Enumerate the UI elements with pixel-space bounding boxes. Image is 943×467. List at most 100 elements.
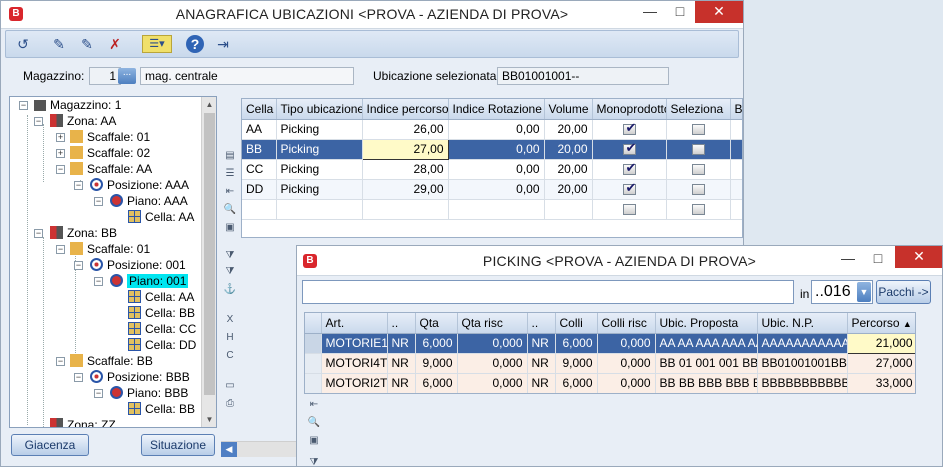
- search-input[interactable]: [302, 280, 794, 304]
- monoprodotto-checkbox[interactable]: [622, 160, 636, 176]
- cell-qta-risc[interactable]: 0,000: [457, 333, 528, 354]
- cell-um2[interactable]: NR: [527, 353, 556, 374]
- tree-node-piano-aaa[interactable]: Piano: AAA: [110, 193, 188, 209]
- cell-qta-risc[interactable]: 0,000: [457, 373, 528, 393]
- magazzino-lookup-button[interactable]: ...: [118, 68, 136, 84]
- cell-mono[interactable]: [592, 139, 667, 160]
- cell-colli-risc[interactable]: 0,000: [597, 333, 656, 354]
- close-button[interactable]: ✕: [895, 246, 942, 268]
- tree-expand-toggle[interactable]: +: [56, 133, 65, 142]
- zoom-icon[interactable]: 🔍: [223, 203, 237, 217]
- cell-mono[interactable]: [592, 119, 667, 140]
- cell-blo[interactable]: [730, 159, 742, 180]
- cell-colli[interactable]: 9,000: [555, 353, 598, 374]
- grid-icon[interactable]: ▣: [307, 434, 321, 448]
- tree-node-cella-bb[interactable]: Cella: BB: [128, 401, 195, 417]
- filter-icon[interactable]: ⧩: [223, 249, 237, 263]
- grid-horizontal-scrollbar[interactable]: ◀: [221, 441, 301, 457]
- cell-rotazione[interactable]: 0,00: [448, 119, 545, 140]
- cell-cella[interactable]: AA: [242, 119, 277, 140]
- table-row[interactable]: MOTORI4T NR 9,000 0,000 NR 9,000 0,000 B…: [305, 353, 915, 374]
- table-row[interactable]: MOTORI2T NR 6,000 0,000 NR 6,000 0,000 B…: [305, 373, 915, 393]
- cell-volume[interactable]: 20,00: [544, 119, 593, 140]
- cell-qta[interactable]: 6,000: [415, 333, 458, 354]
- cell-ubic-proposta[interactable]: BB BB BBB BBB BB: [655, 373, 758, 393]
- tree-node-magazzino[interactable]: Magazzino: 1: [34, 97, 121, 113]
- print-icon[interactable]: ⎙: [223, 397, 237, 411]
- cell-blo[interactable]: [730, 139, 742, 160]
- cell-sel[interactable]: [666, 139, 731, 160]
- tree-node-zona-bb[interactable]: Zona: BB: [50, 225, 117, 241]
- table-row-new[interactable]: [242, 199, 742, 220]
- col-header-ubic-np[interactable]: Ubic. N.P.: [757, 313, 848, 334]
- col-header-monoprodotto[interactable]: Monoprodotto: [592, 99, 667, 120]
- cell-mono[interactable]: [592, 159, 667, 180]
- cell-ubic-proposta[interactable]: BB 01 001 001 BB: [655, 353, 758, 374]
- cell-percorso[interactable]: 26,00: [362, 119, 449, 140]
- tree-node-zona-zz[interactable]: Zona: ZZ: [50, 417, 116, 427]
- cell-volume[interactable]: 20,00: [544, 179, 593, 200]
- tree-collapse-toggle[interactable]: −: [74, 261, 83, 270]
- minimize-button[interactable]: —: [635, 1, 665, 23]
- cell-colli-risc[interactable]: 0,000: [597, 353, 656, 374]
- seleziona-checkbox[interactable]: [691, 184, 705, 196]
- cell-mono[interactable]: [592, 199, 667, 220]
- cell-percorso[interactable]: 28,00: [362, 159, 449, 180]
- cell-qta-risc[interactable]: 0,000: [457, 353, 528, 374]
- col-header-colli[interactable]: Colli: [555, 313, 598, 334]
- tree-expand-toggle[interactable]: +: [56, 149, 65, 158]
- tree-collapse-toggle[interactable]: −: [94, 277, 103, 286]
- chevron-down-icon[interactable]: ▼: [857, 282, 871, 302]
- tree-node-scaffale-aa[interactable]: Scaffale: AA: [70, 161, 152, 177]
- maximize-button[interactable]: □: [665, 1, 695, 23]
- cell-cella[interactable]: BB: [242, 139, 277, 160]
- cell-empty[interactable]: [362, 199, 449, 220]
- tree-collapse-toggle[interactable]: −: [56, 245, 65, 254]
- cell-colli-risc[interactable]: 0,000: [597, 373, 656, 393]
- zoom-icon[interactable]: 🔍: [307, 416, 321, 430]
- tree-collapse-toggle[interactable]: −: [34, 229, 43, 238]
- seleziona-checkbox[interactable]: [691, 204, 705, 216]
- tree-collapse-toggle[interactable]: −: [34, 117, 43, 126]
- insert-icon[interactable]: ⇤: [307, 398, 321, 412]
- cell-blo[interactable]: [730, 119, 742, 140]
- tree-node-posizione-aaa[interactable]: Posizione: AAA: [90, 177, 189, 193]
- scroll-down-icon[interactable]: ▼: [202, 412, 216, 427]
- pacchi-button[interactable]: Pacchi ->: [876, 280, 931, 304]
- cell-percorso-active[interactable]: 21,000: [846, 332, 915, 354]
- cell-tipo[interactable]: Picking: [276, 159, 363, 180]
- col-header-rotazione[interactable]: Indice Rotazione: [448, 99, 545, 120]
- cell-tipo[interactable]: Picking: [276, 119, 363, 140]
- filter-icon[interactable]: ⧩: [307, 456, 321, 466]
- scroll-thumb[interactable]: [204, 113, 215, 395]
- cell-empty[interactable]: [276, 199, 363, 220]
- tree-node-scaffale-02[interactable]: Scaffale: 02: [70, 145, 150, 161]
- tree-collapse-toggle[interactable]: −: [94, 197, 103, 206]
- tree-node-posizione-001[interactable]: Posizione: 001: [90, 257, 186, 273]
- tree-node-cella-dd[interactable]: Cella: DD: [128, 337, 196, 353]
- cell-volume[interactable]: 20,00: [544, 159, 593, 180]
- tree-node-cella-bb[interactable]: Cella: BB: [128, 305, 195, 321]
- cell-tipo[interactable]: Picking: [276, 179, 363, 200]
- export-h-icon[interactable]: H: [223, 331, 237, 345]
- col-header-blo[interactable]: Blo: [730, 99, 742, 120]
- col-header-tipo[interactable]: Tipo ubicazione: [276, 99, 363, 120]
- edit-icon[interactable]: ✎: [48, 34, 70, 54]
- cell-um1[interactable]: NR: [387, 353, 416, 374]
- tree-node-scaffale-bb[interactable]: Scaffale: BB: [70, 353, 153, 369]
- table-row-selected[interactable]: MOTORIE12 NR 6,000 0,000 NR 6,000 0,000 …: [305, 332, 915, 354]
- tree-collapse-toggle[interactable]: −: [74, 181, 83, 190]
- cell-ubic-np[interactable]: BBBBBBBBBBBB: [757, 373, 848, 393]
- cell-um1[interactable]: NR: [387, 373, 416, 393]
- cell-ubic-np[interactable]: BB01001001BB: [757, 353, 848, 374]
- scroll-left-icon[interactable]: ◀: [221, 442, 237, 457]
- monitor-icon[interactable]: ▭: [223, 379, 237, 393]
- tree-collapse-toggle[interactable]: −: [94, 389, 103, 398]
- tree-node-cella-aa[interactable]: Cella: AA: [128, 289, 194, 305]
- grid-icon[interactable]: ▣: [223, 221, 237, 235]
- cell-sel[interactable]: [666, 199, 731, 220]
- cell-percorso[interactable]: 33,000: [847, 373, 915, 393]
- seleziona-checkbox[interactable]: [691, 124, 705, 136]
- cell-percorso[interactable]: 27,000: [847, 353, 915, 374]
- tree-node-cella-aa[interactable]: Cella: AA: [128, 209, 194, 225]
